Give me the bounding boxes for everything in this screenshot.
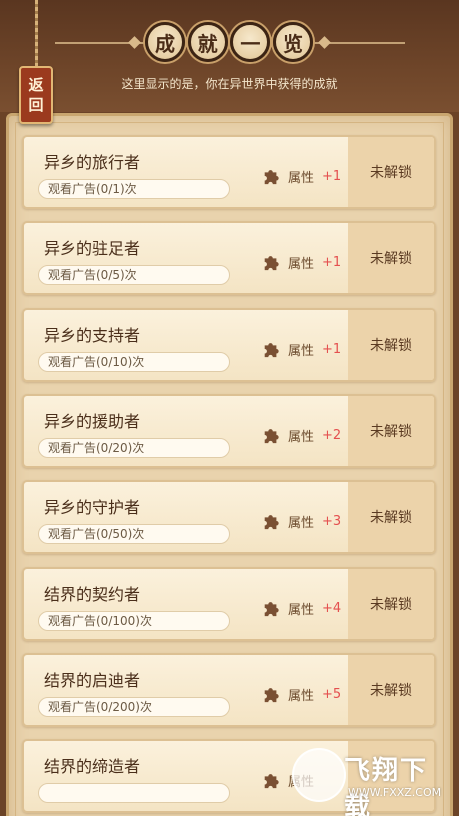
achievement-progress: 观看广告(0/20)次 bbox=[38, 438, 230, 458]
achievement-card[interactable]: 异乡的支持者观看广告(0/10)次 属性 +1 未解锁 bbox=[22, 308, 436, 382]
achievement-name: 结界的缔造者 bbox=[44, 757, 141, 776]
attribute-reward: 属性 +3 bbox=[262, 511, 341, 531]
watermark-url: WWW.FXXZ.COM bbox=[348, 786, 442, 799]
page-subtitle: 这里显示的是，你在异世界中获得的成就 bbox=[121, 77, 338, 91]
unlock-status: 未解锁 bbox=[348, 137, 434, 207]
unlock-status: 未解锁 bbox=[348, 569, 434, 639]
puzzle-icon bbox=[264, 170, 279, 185]
title-char: 一 bbox=[230, 22, 271, 62]
attribute-bonus: +4 bbox=[322, 600, 342, 616]
attribute-reward: 属性 +5 bbox=[262, 684, 341, 704]
puzzle-icon bbox=[264, 602, 279, 617]
attribute-bonus: +1 bbox=[322, 341, 342, 357]
header-divider-right bbox=[313, 42, 405, 44]
attribute-reward: 属性 +4 bbox=[262, 598, 341, 618]
attribute-label: 属性 bbox=[288, 170, 315, 186]
title-char: 成 bbox=[145, 22, 185, 62]
attribute-label: 属性 bbox=[288, 343, 315, 359]
unlock-status: 未解锁 bbox=[348, 482, 434, 552]
achievement-name: 异乡的援助者 bbox=[44, 412, 141, 431]
attribute-reward: 属性 +2 bbox=[262, 425, 341, 445]
attribute-reward: 属性 +1 bbox=[262, 252, 341, 272]
puzzle-icon bbox=[264, 343, 279, 358]
puzzle-icon bbox=[264, 429, 279, 444]
achievement-card[interactable]: 异乡的守护者观看广告(0/50)次 属性 +3 未解锁 bbox=[22, 480, 436, 554]
puzzle-icon bbox=[264, 688, 279, 703]
achievement-name: 异乡的驻足者 bbox=[44, 239, 141, 258]
attribute-bonus: +5 bbox=[322, 686, 342, 702]
achievement-progress: 观看广告(0/5)次 bbox=[38, 265, 230, 285]
achievement-card[interactable]: 结界的启迪者观看广告(0/200)次 属性 +5 未解锁 bbox=[22, 653, 436, 727]
watermark: 飞翔下载 WWW.FXXZ.COM bbox=[292, 748, 454, 816]
attribute-bonus: +1 bbox=[322, 168, 342, 184]
achievement-progress: 观看广告(0/1)次 bbox=[38, 179, 230, 199]
achievement-name: 异乡的守护者 bbox=[44, 498, 141, 517]
back-button-label: 返 bbox=[28, 76, 44, 94]
achievement-progress: 观看广告(0/200)次 bbox=[38, 697, 230, 717]
title-char: 就 bbox=[187, 22, 228, 62]
attribute-bonus: +1 bbox=[322, 254, 342, 270]
achievement-card[interactable]: 异乡的援助者观看广告(0/20)次 属性 +2 未解锁 bbox=[22, 394, 436, 468]
puzzle-icon bbox=[264, 256, 279, 271]
attribute-bonus: +2 bbox=[322, 427, 342, 443]
puzzle-icon bbox=[264, 774, 279, 789]
unlock-status: 未解锁 bbox=[348, 310, 434, 380]
unlock-status: 未解锁 bbox=[348, 655, 434, 725]
achievement-progress: 观看广告(0/100)次 bbox=[38, 611, 230, 631]
achievement-card[interactable]: 异乡的旅行者观看广告(0/1)次 属性 +1 未解锁 bbox=[22, 135, 436, 209]
puzzle-icon bbox=[264, 515, 279, 530]
attribute-bonus: +3 bbox=[322, 513, 342, 529]
title-char: 览 bbox=[272, 22, 313, 62]
achievement-progress: 观看广告(0/10)次 bbox=[38, 352, 230, 372]
achievement-card[interactable]: 异乡的驻足者观看广告(0/5)次 属性 +1 未解锁 bbox=[22, 221, 436, 295]
attribute-label: 属性 bbox=[288, 256, 315, 272]
attribute-label: 属性 bbox=[288, 602, 315, 618]
attribute-reward: 属性 +1 bbox=[262, 166, 341, 186]
attribute-label: 属性 bbox=[288, 429, 315, 445]
achievement-card[interactable]: 结界的契约者观看广告(0/100)次 属性 +4 未解锁 bbox=[22, 567, 436, 641]
achievement-progress: 观看广告(0/50)次 bbox=[38, 524, 230, 544]
unlock-status: 未解锁 bbox=[348, 396, 434, 466]
achievement-name: 结界的启迪者 bbox=[44, 671, 141, 690]
hanging-rope bbox=[35, 0, 38, 68]
header-diamond-left bbox=[128, 36, 141, 49]
header-bar: 成 就 一 览 这里显示的是，你在异世界中获得的成就 bbox=[0, 0, 459, 112]
attribute-label: 属性 bbox=[288, 688, 315, 704]
watermark-logo-icon bbox=[292, 748, 346, 802]
watermark-brand: 飞翔下载 bbox=[344, 756, 429, 816]
page-title: 成 就 一 览 bbox=[145, 19, 313, 65]
back-button[interactable]: 返 回 bbox=[19, 66, 53, 124]
achievement-name: 异乡的支持者 bbox=[44, 326, 141, 345]
back-button-label: 回 bbox=[28, 96, 44, 114]
unlock-status: 未解锁 bbox=[348, 223, 434, 293]
achievement-progress bbox=[38, 783, 230, 803]
attribute-label: 属性 bbox=[288, 515, 315, 531]
achievement-name: 异乡的旅行者 bbox=[44, 153, 141, 172]
attribute-reward: 属性 +1 bbox=[262, 339, 341, 359]
achievement-name: 结界的契约者 bbox=[44, 585, 141, 604]
